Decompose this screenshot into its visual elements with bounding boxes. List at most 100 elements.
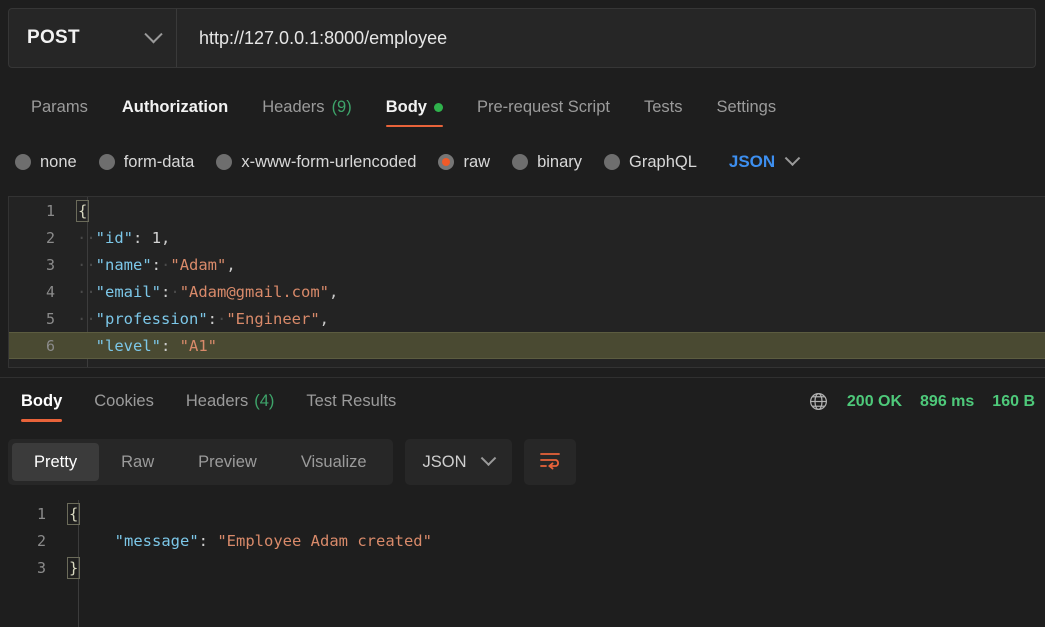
response-time: 896 ms [920, 392, 975, 410]
response-view-pretty[interactable]: Pretty [12, 443, 100, 481]
response-body-viewer[interactable]: 1{2 "message": "Employee Adam created" 3} [0, 500, 1045, 627]
code-line-text: "level": "A1" [95, 336, 217, 355]
request-tab-tests[interactable]: Tests [627, 84, 700, 130]
request-tab-settings[interactable]: Settings [699, 84, 793, 130]
code-line[interactable]: 3 ··"name":·"Adam", [9, 251, 1045, 278]
line-number: 1 [36, 504, 46, 523]
globe-icon [808, 391, 829, 412]
http-method-select[interactable]: POST [9, 9, 177, 67]
request-body-editor[interactable]: 1{2 ··"id": 1, 3 ··"name":·"Adam", 4 ··"email… [8, 196, 1045, 368]
response-format-select[interactable]: JSON [404, 439, 512, 485]
request-tab-pre-request-script[interactable]: Pre-request Script [460, 84, 627, 130]
radio-button-icon[interactable] [438, 154, 455, 170]
wrap-lines-button[interactable] [523, 439, 576, 485]
response-size: 160 B [992, 392, 1035, 410]
body-type-none[interactable]: none [15, 153, 77, 172]
body-type-label: raw [463, 152, 491, 171]
body-type-label: none [40, 152, 77, 171]
body-type-row: none form-data x-www-form-urlencoded raw bin… [0, 138, 1045, 186]
request-tab-label: Settings [716, 97, 777, 116]
url-value: http://127.0.0.1:8000/employee [199, 27, 448, 48]
request-tab-label: Headers [262, 97, 325, 116]
radio-button-icon[interactable] [98, 154, 115, 170]
body-type-label: x-www-form-urlencoded [241, 152, 417, 171]
response-view-segmented: Pretty Raw Preview Visualize [8, 439, 393, 485]
request-tab-params[interactable]: Params [14, 84, 105, 130]
response-tab-test-results[interactable]: Test Results [290, 379, 412, 425]
chevron-down-icon [480, 449, 496, 466]
radio-button-icon[interactable] [216, 154, 233, 170]
body-type-graphql[interactable]: GraphQL [604, 153, 697, 172]
line-number: 1 [45, 201, 55, 220]
response-tab-body[interactable]: Body [5, 379, 78, 425]
code-line-text: ··"email":·"Adam@gmail.com", [77, 282, 339, 301]
response-tab-count: (4) [254, 392, 275, 410]
code-line[interactable]: 2 "message": "Employee Adam created" [0, 527, 1045, 554]
request-tab-label: Authorization [121, 97, 229, 116]
request-tab-authorization[interactable]: Authorization [105, 84, 245, 130]
line-number: 3 [45, 255, 55, 274]
line-number: 2 [36, 531, 46, 550]
response-tab-label: Body [21, 392, 63, 410]
body-type-binary[interactable]: binary [512, 153, 582, 172]
response-format-label: JSON [422, 452, 467, 471]
response-tab-label: Cookies [94, 392, 154, 410]
response-tab-label: Test Results [306, 392, 397, 410]
line-number: 4 [45, 282, 55, 301]
code-line-text: } [66, 556, 81, 579]
wrap-lines-icon [538, 450, 562, 475]
line-number: 2 [45, 228, 55, 247]
code-line[interactable]: 1{ [9, 197, 1045, 224]
raw-format-label: JSON [728, 152, 776, 171]
radio-button-icon[interactable] [15, 154, 31, 170]
body-type-raw[interactable]: raw [438, 153, 490, 172]
code-line[interactable]: 4 ··"email":·"Adam@gmail.com", [9, 278, 1045, 305]
response-tab-label: Headers [185, 392, 249, 410]
request-tab-body[interactable]: Body [369, 84, 460, 130]
code-line[interactable]: 6 "level": "A1" [9, 332, 1045, 359]
request-url-bar: POST http://127.0.0.1:8000/employee [8, 8, 1036, 68]
response-tab-cookies[interactable]: Cookies [78, 379, 170, 425]
code-line-text: ··"profession":·"Engineer", [77, 309, 330, 328]
code-line[interactable]: 1{ [0, 500, 1045, 527]
request-tab-count: (9) [331, 97, 352, 116]
request-tab-label: Body [385, 97, 427, 116]
line-number: 5 [45, 309, 55, 328]
chevron-down-icon [784, 149, 801, 166]
response-status-group: 200 OK 896 ms 160 B [808, 391, 1045, 412]
line-number: 3 [36, 558, 46, 577]
request-tab-label: Pre-request Script [476, 97, 610, 116]
radio-button-icon[interactable] [512, 154, 529, 170]
response-view-visualize[interactable]: Visualize [279, 443, 389, 481]
code-line[interactable]: 3} [0, 554, 1045, 581]
request-tab-label: Tests [643, 97, 683, 116]
request-tab-label: Params [31, 97, 88, 116]
response-header: Body Cookies Headers (4) Test Results 200 OK… [0, 377, 1045, 425]
body-type-x-www-form-urlencoded[interactable]: x-www-form-urlencoded [216, 153, 416, 172]
response-tabs: Body Cookies Headers (4) Test Results [0, 379, 412, 425]
http-method-label: POST [27, 27, 80, 48]
body-present-dot-icon [433, 102, 443, 112]
body-type-label: GraphQL [629, 152, 697, 171]
response-view-preview[interactable]: Preview [176, 443, 279, 481]
request-tabs: Params Authorization Headers (9) Body Pre-req… [0, 84, 1045, 130]
body-type-form-data[interactable]: form-data [98, 152, 195, 172]
body-type-label: form-data [123, 152, 195, 171]
response-view-raw[interactable]: Raw [99, 443, 176, 481]
chevron-down-icon [144, 24, 163, 43]
code-line[interactable]: 2 ··"id": 1, [9, 224, 1045, 251]
code-line[interactable]: 5 ··"profession":·"Engineer", [9, 305, 1045, 332]
body-type-label: binary [537, 152, 583, 171]
request-tab-headers[interactable]: Headers (9) [245, 84, 369, 130]
response-tab-headers[interactable]: Headers (4) [170, 379, 291, 425]
code-line-text: { [75, 199, 90, 222]
code-line-text: { [66, 502, 81, 525]
response-view-controls: Pretty Raw Preview Visualize JSON [8, 438, 576, 486]
status-code: 200 OK [846, 392, 903, 410]
raw-format-select[interactable]: JSON [728, 149, 801, 172]
code-line-text: ··"id": 1, [77, 228, 171, 247]
url-input[interactable]: http://127.0.0.1:8000/employee [177, 9, 1035, 67]
radio-button-icon[interactable] [604, 154, 621, 170]
code-line-text: ··"name":·"Adam", [77, 255, 236, 274]
code-line-text: "message": "Employee Adam created" [114, 531, 432, 550]
